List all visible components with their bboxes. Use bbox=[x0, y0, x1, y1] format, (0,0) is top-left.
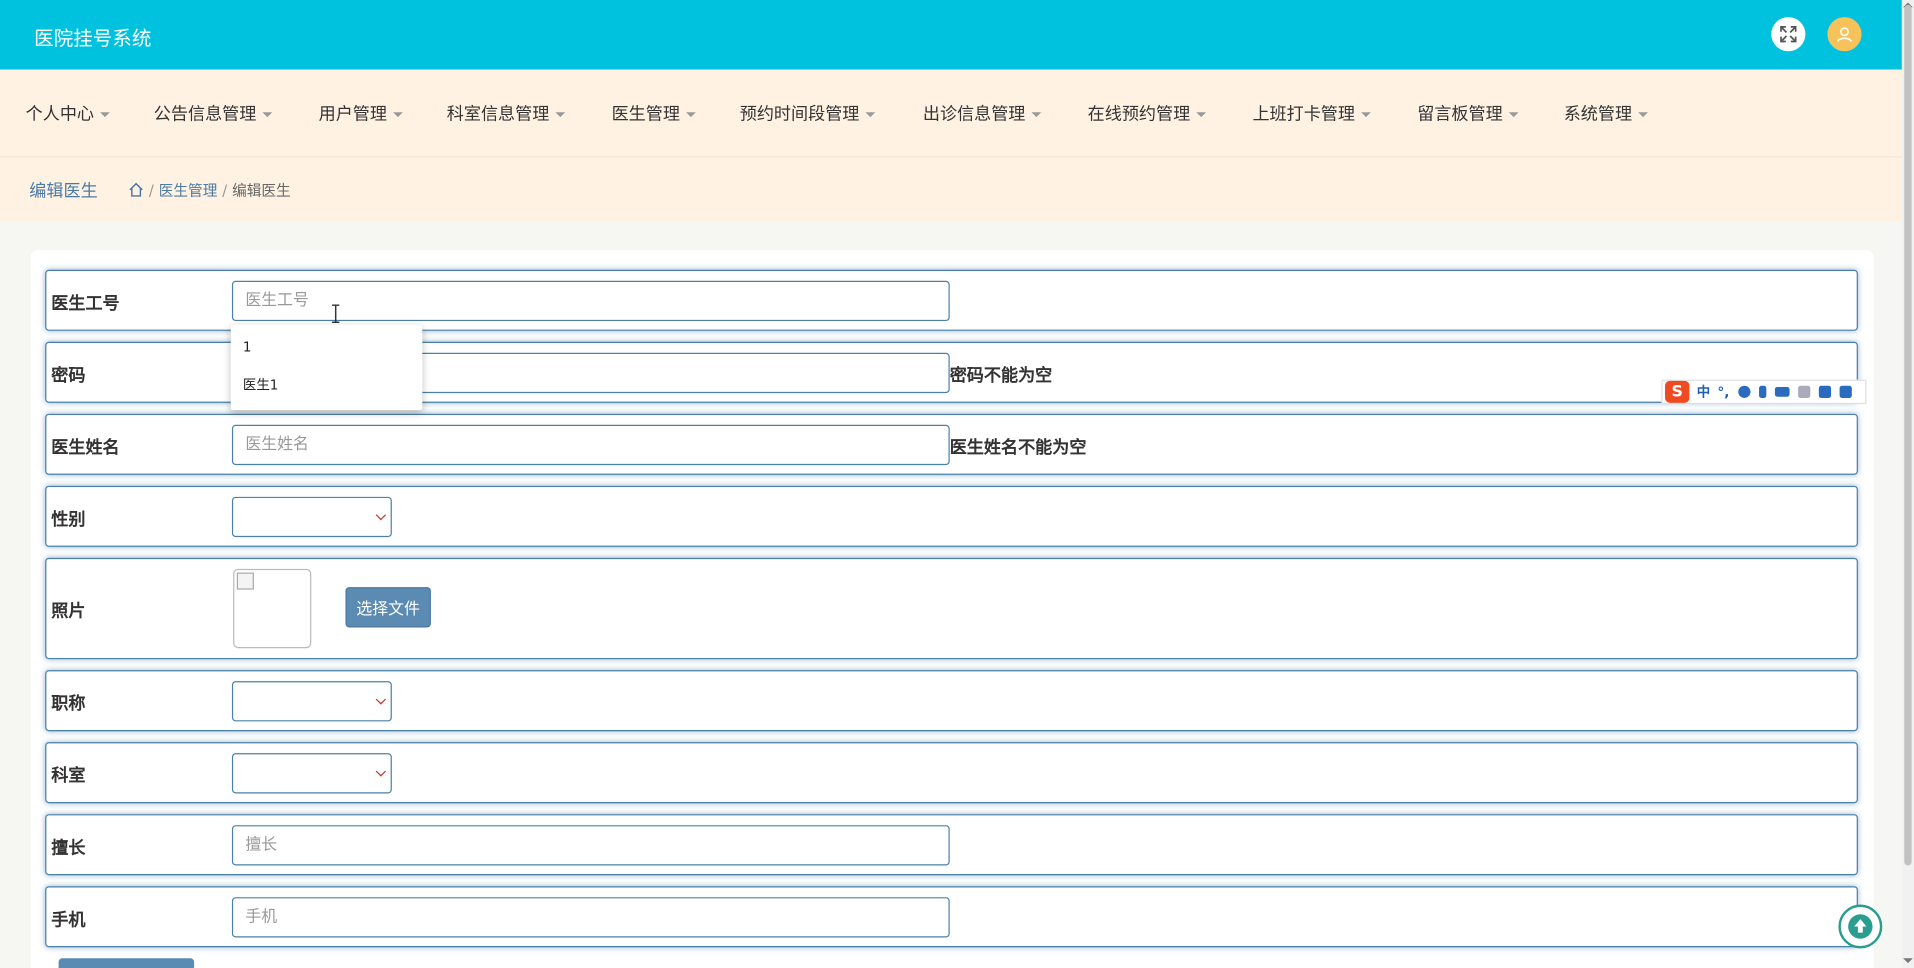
microphone-icon[interactable] bbox=[1758, 385, 1766, 398]
doctor-id-label: 医生工号 bbox=[51, 294, 120, 314]
caret-down-icon bbox=[1196, 112, 1207, 118]
doctor-name-error: 医生姓名不能为空 bbox=[949, 438, 1087, 458]
doctor-name-label: 医生姓名 bbox=[51, 438, 120, 458]
text-cursor-icon bbox=[332, 304, 340, 323]
form-row-title: 职称 bbox=[45, 670, 1858, 732]
page-title: 编辑医生 bbox=[29, 181, 98, 202]
fullscreen-button[interactable] bbox=[1771, 17, 1806, 52]
breadcrumb: / 医生管理 / 编辑医生 bbox=[128, 179, 291, 200]
form-row-specialty: 擅长 bbox=[45, 814, 1858, 876]
chevron-down-icon bbox=[375, 509, 387, 521]
phone-label: 手机 bbox=[51, 910, 86, 931]
home-icon[interactable] bbox=[128, 182, 144, 198]
nav-item-online-booking[interactable]: 在线预约管理 bbox=[1088, 101, 1207, 125]
breadcrumb-link-doctors[interactable]: 医生管理 bbox=[159, 179, 218, 200]
nav-item-attendance[interactable]: 上班打卡管理 bbox=[1252, 101, 1371, 125]
autocomplete-dropdown: 1 医生1 bbox=[230, 324, 423, 411]
ime-mode-toggle[interactable]: 中 bbox=[1697, 382, 1710, 402]
doctor-name-input[interactable] bbox=[231, 424, 950, 466]
emoji-icon[interactable] bbox=[1737, 385, 1751, 398]
password-error: 密码不能为空 bbox=[949, 366, 1053, 386]
caret-down-icon bbox=[865, 112, 876, 118]
autocomplete-option[interactable]: 1 bbox=[243, 339, 252, 355]
autocomplete-option[interactable]: 医生1 bbox=[243, 375, 278, 395]
app-title: 医院挂号系统 bbox=[34, 26, 152, 51]
gender-label: 性别 bbox=[51, 510, 86, 530]
breadcrumb-separator: / bbox=[222, 181, 228, 199]
expand-icon bbox=[1780, 26, 1797, 43]
skin-icon[interactable] bbox=[1818, 385, 1831, 398]
photo-preview bbox=[233, 568, 312, 649]
scrollbar-thumb[interactable] bbox=[1904, 4, 1912, 866]
nav-item-system[interactable]: 系统管理 bbox=[1564, 101, 1648, 125]
caret-down-icon bbox=[1508, 112, 1519, 118]
breadcrumb-separator: / bbox=[148, 181, 154, 199]
nav-item-message-board[interactable]: 留言板管理 bbox=[1417, 101, 1519, 125]
caret-down-icon bbox=[100, 112, 110, 118]
department-select[interactable] bbox=[231, 753, 392, 794]
page-scrollbar[interactable] bbox=[1901, 0, 1914, 968]
caret-down-icon bbox=[393, 112, 403, 118]
title-label: 职称 bbox=[51, 694, 86, 715]
main-nav: 个人中心 公告信息管理 用户管理 科室信息管理 医生管理 预约时间段管理 出诊信… bbox=[0, 69, 1902, 158]
nav-item-departments[interactable]: 科室信息管理 bbox=[447, 101, 566, 125]
caret-down-icon bbox=[555, 112, 566, 118]
user-icon[interactable] bbox=[1797, 385, 1810, 398]
ime-logo[interactable]: S bbox=[1665, 380, 1690, 403]
keyboard-icon[interactable] bbox=[1774, 386, 1790, 397]
nav-item-clinic-info[interactable]: 出诊信息管理 bbox=[923, 101, 1042, 125]
form-row-photo: 照片 选择文件 bbox=[45, 557, 1858, 660]
caret-down-icon bbox=[1031, 112, 1042, 118]
caret-down-icon bbox=[262, 112, 273, 118]
specialty-input[interactable] bbox=[231, 825, 950, 866]
chevron-down-icon bbox=[375, 694, 387, 705]
phone-input[interactable] bbox=[231, 897, 950, 938]
photo-label: 照片 bbox=[51, 601, 86, 622]
page-root: 医院挂号系统 个人中心 公告信息管理 用户管理 科室信息管理 医生管理 预约时间… bbox=[0, 0, 1914, 968]
grid-menu-icon[interactable] bbox=[1839, 385, 1852, 398]
breadcrumb-bar: 编辑医生 / 医生管理 / 编辑医生 bbox=[0, 157, 1902, 221]
nav-item-personal-center[interactable]: 个人中心 bbox=[26, 101, 110, 125]
user-icon bbox=[1836, 27, 1852, 42]
form-row-department: 科室 bbox=[45, 742, 1858, 804]
specialty-label: 擅长 bbox=[51, 838, 86, 859]
department-label: 科室 bbox=[51, 766, 86, 787]
form-row-doctor-id: 医生工号 bbox=[45, 269, 1858, 331]
ime-toolbar: S 中 °, bbox=[1661, 379, 1867, 405]
scroll-down-arrow-icon[interactable] bbox=[1903, 958, 1913, 964]
caret-down-icon bbox=[686, 112, 696, 118]
password-label: 密码 bbox=[51, 366, 86, 386]
form-row-gender: 性别 bbox=[45, 485, 1858, 547]
form-row-doctor-name: 医生姓名 医生姓名不能为空 bbox=[45, 413, 1858, 475]
back-to-top-button[interactable] bbox=[1838, 904, 1883, 949]
chevron-down-icon bbox=[375, 766, 387, 777]
nav-item-users[interactable]: 用户管理 bbox=[319, 101, 403, 125]
form-row-phone: 手机 bbox=[45, 886, 1858, 948]
title-select[interactable] bbox=[231, 681, 392, 722]
broken-image-icon bbox=[236, 572, 254, 590]
nav-item-time-slots[interactable]: 预约时间段管理 bbox=[740, 101, 876, 125]
choose-file-button[interactable]: 选择文件 bbox=[345, 587, 431, 628]
caret-down-icon bbox=[1638, 112, 1648, 118]
nav-item-announcements[interactable]: 公告信息管理 bbox=[154, 101, 273, 125]
ime-punctuation-toggle[interactable]: °, bbox=[1718, 384, 1730, 400]
nav-item-doctors[interactable]: 医生管理 bbox=[612, 101, 696, 125]
breadcrumb-current: 编辑医生 bbox=[232, 181, 291, 199]
caret-down-icon bbox=[1361, 112, 1371, 118]
user-avatar-button[interactable] bbox=[1827, 17, 1862, 52]
top-header: 医院挂号系统 bbox=[0, 0, 1902, 70]
submit-button[interactable] bbox=[58, 958, 195, 968]
gender-select[interactable] bbox=[231, 496, 392, 538]
arrow-up-icon bbox=[1848, 914, 1873, 939]
